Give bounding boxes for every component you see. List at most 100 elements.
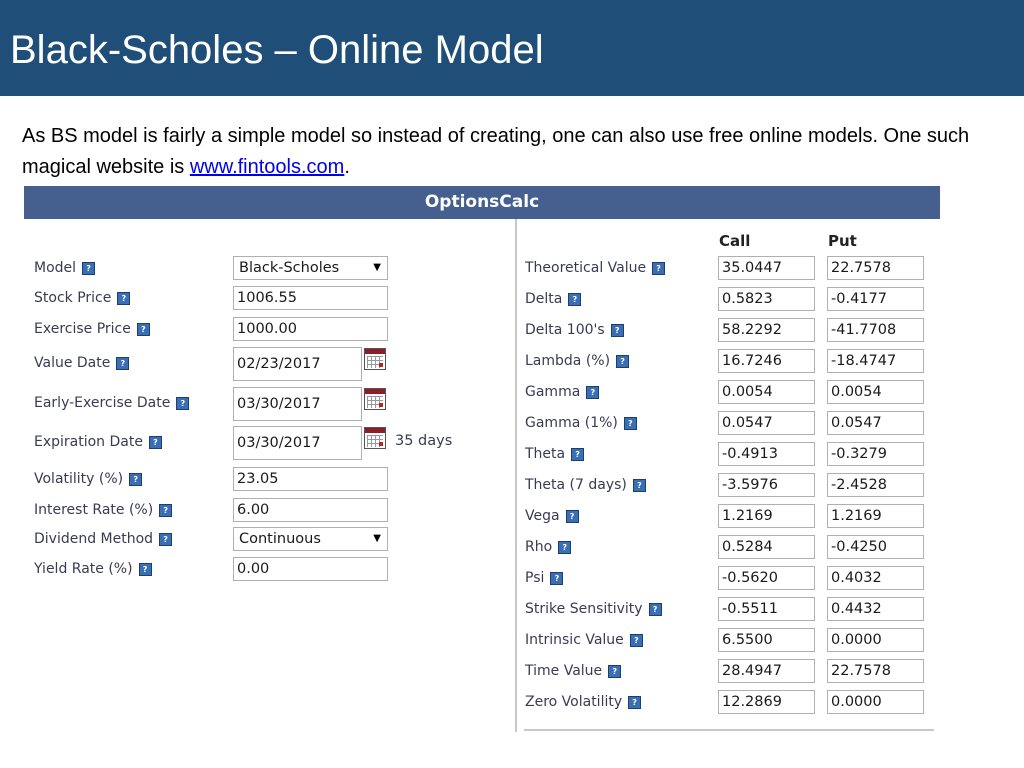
put-value-field[interactable]: -2.4528: [827, 473, 924, 497]
slide-title: Black-Scholes – Online Model: [10, 28, 544, 72]
volatility-label: Volatility (%)?: [34, 470, 143, 488]
dropdown-arrow-icon: ▼: [373, 262, 381, 273]
options-calc-header: OptionsCalc: [24, 186, 940, 219]
output-label: Zero Volatility?: [525, 693, 642, 711]
call-value-field[interactable]: 0.0547: [718, 411, 815, 435]
put-value-field[interactable]: -0.4177: [827, 287, 924, 311]
early-exercise-date-label: Early-Exercise Date?: [34, 394, 190, 412]
calendar-icon[interactable]: [364, 427, 386, 449]
help-icon[interactable]: ?: [550, 572, 564, 585]
dividend-method-label: Dividend Method?: [34, 530, 173, 548]
output-label: Strike Sensitivity?: [525, 600, 662, 618]
days-to-expiration: 35 days: [395, 433, 453, 449]
options-calc-title: OptionsCalc: [424, 192, 540, 212]
help-icon[interactable]: ?: [176, 397, 190, 410]
put-value-field[interactable]: 0.0054: [827, 380, 924, 404]
call-value-field[interactable]: 6.5500: [718, 628, 815, 652]
dividend-method-select[interactable]: Continuous ▼: [233, 527, 388, 551]
title-bar: Black-Scholes – Online Model: [0, 0, 1024, 96]
exercise-price-label: Exercise Price?: [34, 320, 150, 338]
yield-rate-label: Yield Rate (%)?: [34, 560, 152, 578]
call-value-field[interactable]: -3.5976: [718, 473, 815, 497]
model-select[interactable]: Black-Scholes ▼: [233, 256, 388, 280]
call-value-field[interactable]: -0.4913: [718, 442, 815, 466]
put-value-field[interactable]: 0.0547: [827, 411, 924, 435]
output-label: Rho?: [525, 538, 572, 556]
put-value-field[interactable]: 0.0000: [827, 690, 924, 714]
call-value-field[interactable]: 12.2869: [718, 690, 815, 714]
intro-period: .: [344, 156, 350, 178]
help-icon[interactable]: ?: [586, 386, 600, 399]
call-value-field[interactable]: -0.5620: [718, 566, 815, 590]
output-label: Delta 100's?: [525, 321, 624, 339]
call-value-field[interactable]: 0.0054: [718, 380, 815, 404]
exercise-price-input[interactable]: 1000.00: [233, 317, 388, 341]
help-icon[interactable]: ?: [116, 357, 130, 370]
output-label: Theta (7 days)?: [525, 476, 646, 494]
call-value-field[interactable]: 58.2292: [718, 318, 815, 342]
call-value-field[interactable]: 16.7246: [718, 349, 815, 373]
put-value-field[interactable]: 22.7578: [827, 659, 924, 683]
early-exercise-date-input[interactable]: 03/30/2017: [233, 387, 362, 421]
help-icon[interactable]: ?: [117, 292, 131, 305]
put-value-field[interactable]: 22.7578: [827, 256, 924, 280]
help-icon[interactable]: ?: [82, 262, 96, 275]
put-column-header: Put: [828, 232, 857, 250]
output-label: Gamma (1%)?: [525, 414, 637, 432]
put-value-field[interactable]: 1.2169: [827, 504, 924, 528]
calendar-icon[interactable]: [364, 388, 386, 410]
help-icon[interactable]: ?: [571, 448, 585, 461]
panel-divider: [515, 219, 517, 732]
put-value-field[interactable]: 0.4032: [827, 566, 924, 590]
call-value-field[interactable]: 35.0447: [718, 256, 815, 280]
put-value-field[interactable]: -0.3279: [827, 442, 924, 466]
help-icon[interactable]: ?: [652, 262, 666, 275]
put-value-field[interactable]: -0.4250: [827, 535, 924, 559]
help-icon[interactable]: ?: [568, 293, 582, 306]
intro-paragraph: As BS model is fairly a simple model so …: [22, 121, 1012, 183]
help-icon[interactable]: ?: [159, 504, 173, 517]
output-label: Vega?: [525, 507, 579, 525]
stock-price-label: Stock Price?: [34, 289, 131, 307]
calendar-icon[interactable]: [364, 348, 386, 370]
help-icon[interactable]: ?: [136, 323, 150, 336]
help-icon[interactable]: ?: [629, 634, 643, 647]
help-icon[interactable]: ?: [608, 665, 622, 678]
output-label: Gamma?: [525, 383, 600, 401]
help-icon[interactable]: ?: [558, 541, 572, 554]
put-value-field[interactable]: 0.0000: [827, 628, 924, 652]
put-value-field[interactable]: -18.4747: [827, 349, 924, 373]
yield-rate-input[interactable]: 0.00: [233, 557, 388, 581]
output-label: Delta?: [525, 290, 582, 308]
expiration-date-label: Expiration Date?: [34, 433, 162, 451]
stock-price-input[interactable]: 1006.55: [233, 286, 388, 310]
value-date-label: Value Date?: [34, 354, 130, 372]
call-value-field[interactable]: 1.2169: [718, 504, 815, 528]
help-icon[interactable]: ?: [565, 510, 579, 523]
put-value-field[interactable]: 0.4432: [827, 597, 924, 621]
help-icon[interactable]: ?: [159, 533, 173, 546]
help-icon[interactable]: ?: [610, 324, 624, 337]
call-column-header: Call: [719, 232, 751, 250]
bottom-divider: [524, 729, 934, 731]
volatility-input[interactable]: 23.05: [233, 467, 388, 491]
value-date-input[interactable]: 02/23/2017: [233, 347, 362, 381]
help-icon[interactable]: ?: [148, 436, 162, 449]
help-icon[interactable]: ?: [648, 603, 662, 616]
call-value-field[interactable]: -0.5511: [718, 597, 815, 621]
expiration-date-input[interactable]: 03/30/2017: [233, 426, 362, 460]
call-value-field[interactable]: 0.5284: [718, 535, 815, 559]
help-icon[interactable]: ?: [616, 355, 630, 368]
fintools-link[interactable]: www.fintools.com: [190, 156, 345, 178]
call-value-field[interactable]: 28.4947: [718, 659, 815, 683]
output-label: Intrinsic Value?: [525, 631, 643, 649]
call-value-field[interactable]: 0.5823: [718, 287, 815, 311]
interest-rate-input[interactable]: 6.00: [233, 498, 388, 522]
help-icon[interactable]: ?: [628, 696, 642, 709]
help-icon[interactable]: ?: [623, 417, 637, 430]
output-label: Lambda (%)?: [525, 352, 630, 370]
help-icon[interactable]: ?: [138, 563, 152, 576]
put-value-field[interactable]: -41.7708: [827, 318, 924, 342]
help-icon[interactable]: ?: [129, 473, 143, 486]
help-icon[interactable]: ?: [632, 479, 646, 492]
